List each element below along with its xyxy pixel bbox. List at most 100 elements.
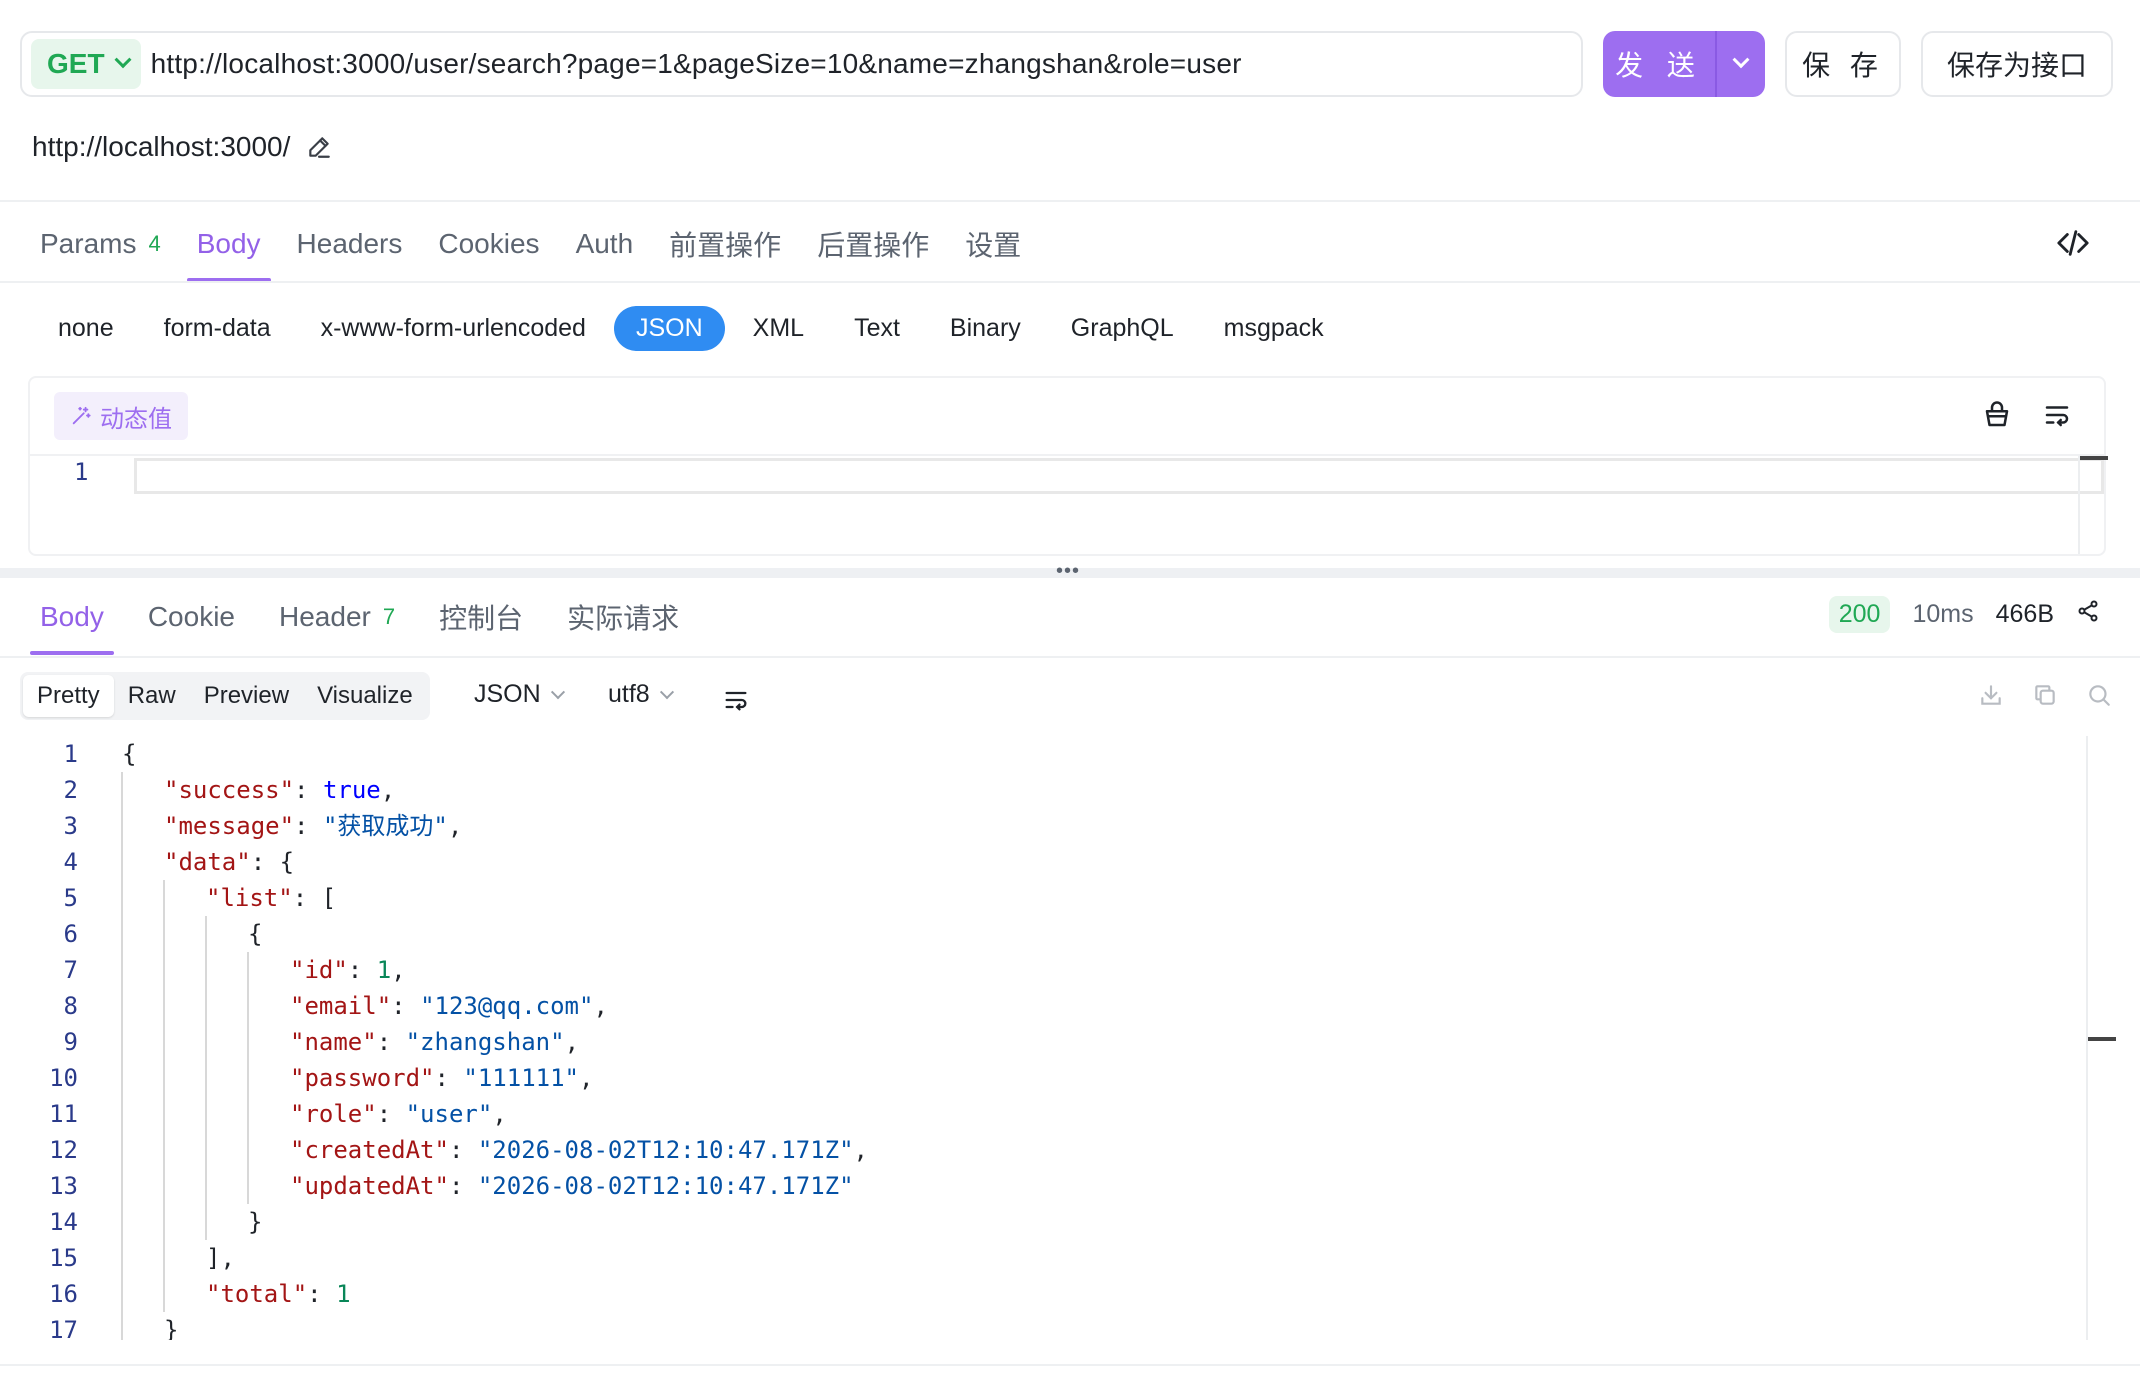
tab-post-request[interactable]: 后置操作 — [817, 206, 929, 282]
body-type-xml[interactable]: XML — [731, 306, 826, 351]
indent-guide — [163, 1204, 165, 1240]
send-button[interactable]: 发 送 — [1603, 31, 1717, 97]
code-token: { — [122, 740, 137, 768]
edit-icon[interactable] — [306, 134, 332, 160]
magic-wand-icon — [72, 406, 91, 425]
view-mode-preview[interactable]: Preview — [190, 675, 303, 717]
search-icon[interactable] — [2086, 682, 2112, 713]
body-type-urlencoded[interactable]: x-www-form-urlencoded — [299, 306, 608, 351]
indent-guide — [163, 1060, 165, 1096]
body-type-binary[interactable]: Binary — [928, 306, 1043, 351]
download-icon[interactable] — [1978, 682, 2004, 713]
tab-console[interactable]: 控制台 — [439, 579, 523, 655]
body-input[interactable] — [134, 458, 2104, 494]
divider — [0, 200, 2140, 202]
divider — [0, 281, 2140, 283]
code-token: : — [434, 1064, 464, 1092]
code-token: "zhangshan" — [405, 1028, 565, 1056]
tab-response-header[interactable]: Header 7 — [279, 579, 395, 655]
code-token: : — [347, 956, 377, 984]
tab-label: Params — [40, 228, 137, 259]
indent-guide — [247, 952, 249, 988]
code-token: : — [376, 1100, 406, 1128]
code-token: : — [391, 992, 421, 1020]
code-text: "success": true, — [78, 772, 395, 808]
code-line: 7 "id": 1, — [0, 952, 2086, 988]
view-mode-visualize[interactable]: Visualize — [303, 675, 427, 717]
beautify-icon[interactable] — [1982, 400, 2012, 435]
format-select[interactable]: JSON — [474, 680, 565, 709]
code-icon[interactable] — [2056, 226, 2090, 265]
response-size: 466B — [1995, 600, 2054, 628]
body-type-graphql[interactable]: GraphQL — [1049, 306, 1196, 351]
code-line: 17} — [0, 1312, 2086, 1340]
body-type-form-data[interactable]: form-data — [142, 306, 293, 351]
tab-auth[interactable]: Auth — [576, 206, 634, 282]
tab-actual-request[interactable]: 实际请求 — [567, 579, 679, 655]
dynamic-value-label: 动态值 — [100, 405, 172, 433]
line-number: 17 — [49, 1316, 78, 1340]
wrap-lines-icon[interactable] — [2042, 400, 2072, 435]
code-token: "data" — [164, 848, 251, 876]
tab-response-cookie[interactable]: Cookie — [148, 579, 235, 655]
share-icon[interactable] — [2076, 599, 2100, 630]
line-number: 12 — [49, 1136, 78, 1164]
indent-guide — [205, 952, 207, 988]
dynamic-value-button[interactable]: 动态值 — [54, 392, 188, 440]
encoding-value: utf8 — [608, 680, 650, 708]
view-mode-raw[interactable]: Raw — [114, 675, 190, 717]
code-token: { — [248, 920, 263, 948]
method-select[interactable]: GET — [31, 39, 141, 89]
code-line: 12 "createdAt": "2026-08-02T12:10:47.171Z… — [0, 1132, 2086, 1168]
code-token: "message" — [164, 812, 295, 840]
tab-label: 控制台 — [439, 603, 524, 634]
editor-scrollbar[interactable] — [2078, 456, 2080, 554]
drag-handle-icon[interactable]: ••• — [1056, 561, 1080, 581]
indent-guide — [121, 1060, 123, 1096]
code-token: : — [376, 1028, 406, 1056]
code-token: "updatedAt" — [290, 1172, 449, 1200]
code-token: true — [322, 776, 381, 804]
indent-guide — [163, 988, 165, 1024]
code-token: "name" — [290, 1028, 377, 1056]
code-token: : — [448, 1172, 478, 1200]
indent-guide — [121, 1240, 123, 1276]
tab-headers[interactable]: Headers — [297, 206, 403, 282]
body-type-none[interactable]: none — [36, 306, 136, 351]
code-text: "id": 1, — [78, 952, 406, 988]
tab-params[interactable]: Params 4 — [40, 206, 161, 282]
tab-settings[interactable]: 设置 — [965, 206, 1021, 282]
tab-pre-request[interactable]: 前置操作 — [669, 206, 781, 282]
tab-cookies[interactable]: Cookies — [438, 206, 539, 282]
tab-response-body[interactable]: Body — [30, 579, 114, 655]
chevron-down-icon — [1732, 51, 1750, 69]
code-token: "list" — [206, 884, 293, 912]
save-button[interactable]: 保 存 — [1785, 31, 1901, 97]
copy-icon[interactable] — [2032, 682, 2058, 713]
indent-guide — [121, 1168, 123, 1204]
view-mode-pretty[interactable]: Pretty — [23, 675, 114, 717]
code-text: } — [78, 1312, 178, 1340]
indent-guide — [121, 952, 123, 988]
url-input[interactable]: http://localhost:3000/user/search?page=1… — [151, 48, 1242, 80]
line-number: 2 — [63, 776, 78, 804]
body-type-text[interactable]: Text — [832, 306, 922, 351]
line-number: 11 — [49, 1100, 78, 1128]
code-token: , — [853, 1136, 868, 1164]
code-line: 16 "total": 1 — [0, 1276, 2086, 1312]
wrap-lines-icon[interactable] — [722, 686, 750, 719]
response-body-viewer[interactable]: 1{2 "success": true, 3 "message": "获取成功", 4 "… — [0, 736, 2086, 1340]
indent-guide — [247, 1060, 249, 1096]
divider — [0, 656, 2140, 658]
body-type-msgpack[interactable]: msgpack — [1202, 306, 1346, 351]
save-as-api-button[interactable]: 保存为接口 — [1921, 31, 2113, 97]
encoding-select[interactable]: utf8 — [608, 680, 674, 709]
line-number: 8 — [63, 992, 78, 1020]
response-toolbar — [1978, 682, 2112, 713]
code-token: , — [579, 1064, 594, 1092]
body-type-json[interactable]: JSON — [613, 306, 725, 351]
tab-body[interactable]: Body — [186, 206, 271, 282]
send-dropdown-button[interactable] — [1717, 31, 1765, 97]
response-tabs: Body Cookie Header 7 控制台 实际请求 — [30, 578, 679, 656]
method-label: GET — [47, 48, 105, 79]
